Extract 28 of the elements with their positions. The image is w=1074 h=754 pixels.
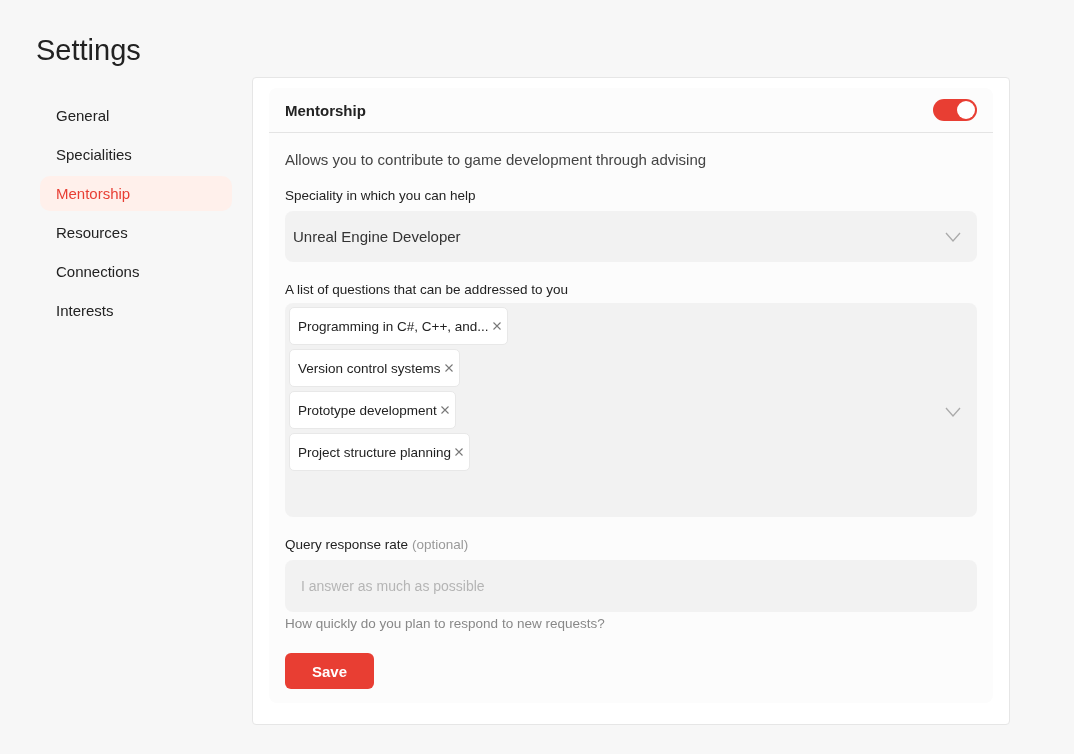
sidebar-item[interactable]: Specialities [40,137,232,172]
sidebar-item[interactable]: Resources [40,215,232,250]
tag-label: Prototype development [298,402,437,418]
sidebar-item[interactable]: General [40,98,232,133]
close-icon[interactable] [453,446,466,458]
field-label: A list of questions that can be addressed to you [285,282,568,297]
optional-note: (optional) [412,537,469,552]
section-description: Allows you to contribute to game development through advising [285,151,708,168]
field-label: Query response rate [285,537,409,552]
toggle-switch[interactable] [933,99,977,121]
chevron-down-icon [945,231,961,242]
close-icon[interactable] [490,320,503,332]
page-title: Settings [36,33,142,68]
tag-label: Version control systems [298,360,441,376]
sidebar-item[interactable]: Connections [40,254,232,289]
sidebar-item[interactable]: Mentorship [40,176,232,211]
save-button[interactable]: Save [285,653,374,689]
field-hint: How quickly do you plan to respond to new requests? [285,616,606,631]
tag-label: Project structure planning [298,444,452,460]
field-label: Speciality in which you can help [285,188,476,203]
section-title: Mentorship [285,101,366,119]
chevron-down-icon [945,407,961,417]
close-icon[interactable] [438,404,451,416]
speciality-select[interactable]: Unreal Engine Developer [285,211,977,262]
questions-multiselect[interactable]: Programming in C#, C++, and... Version control systems Prototype development Project structure planning [285,303,977,517]
close-icon[interactable] [442,362,455,374]
tag-label: Programming in C#, C++, and... [298,318,489,334]
sidebar-item[interactable]: Interests [40,293,232,328]
